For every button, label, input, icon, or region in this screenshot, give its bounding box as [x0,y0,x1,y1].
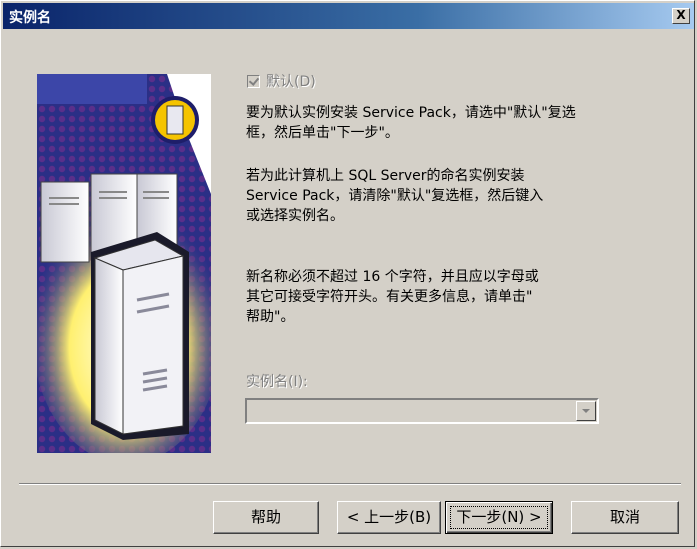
default-checkbox-row: 默认(D) [247,71,316,91]
servers-icon [37,74,211,453]
instance-name-dialog: 实例名 X 默认(D) 要为默认实例安装 Service Pack，请选中"默认… [0,0,695,547]
instruction-default: 要为默认实例安装 Service Pack，请选中"默认"复选 框，然后单击"下… [246,105,576,141]
title-bar[interactable]: 实例名 X [3,3,694,29]
cancel-button[interactable]: 取消 [571,501,679,534]
instance-name-combo[interactable] [245,398,599,424]
close-button[interactable]: X [672,8,690,24]
chevron-down-icon[interactable] [576,401,596,421]
focus-rect [450,506,548,529]
default-checkbox[interactable] [247,74,260,88]
small-server-icon [151,96,199,144]
default-checkbox-label: 默认(D) [266,74,316,90]
server-illustration [37,74,211,453]
next-button[interactable]: 下一步(N) > [445,501,553,534]
instance-name-label: 实例名(I): [246,374,308,390]
back-button[interactable]: < 上一步(B) [337,501,441,534]
window-title: 实例名 [9,10,51,26]
instruction-naming-rules: 新名称必须不超过 16 个字符，并且应以字母或 其它可接受字符开头。有关更多信息… [246,269,539,325]
separator [19,483,681,485]
help-button[interactable]: 帮助 [213,501,319,534]
instruction-named: 若为此计算机上 SQL Server的命名实例安装 Service Pack，请… [246,168,544,224]
